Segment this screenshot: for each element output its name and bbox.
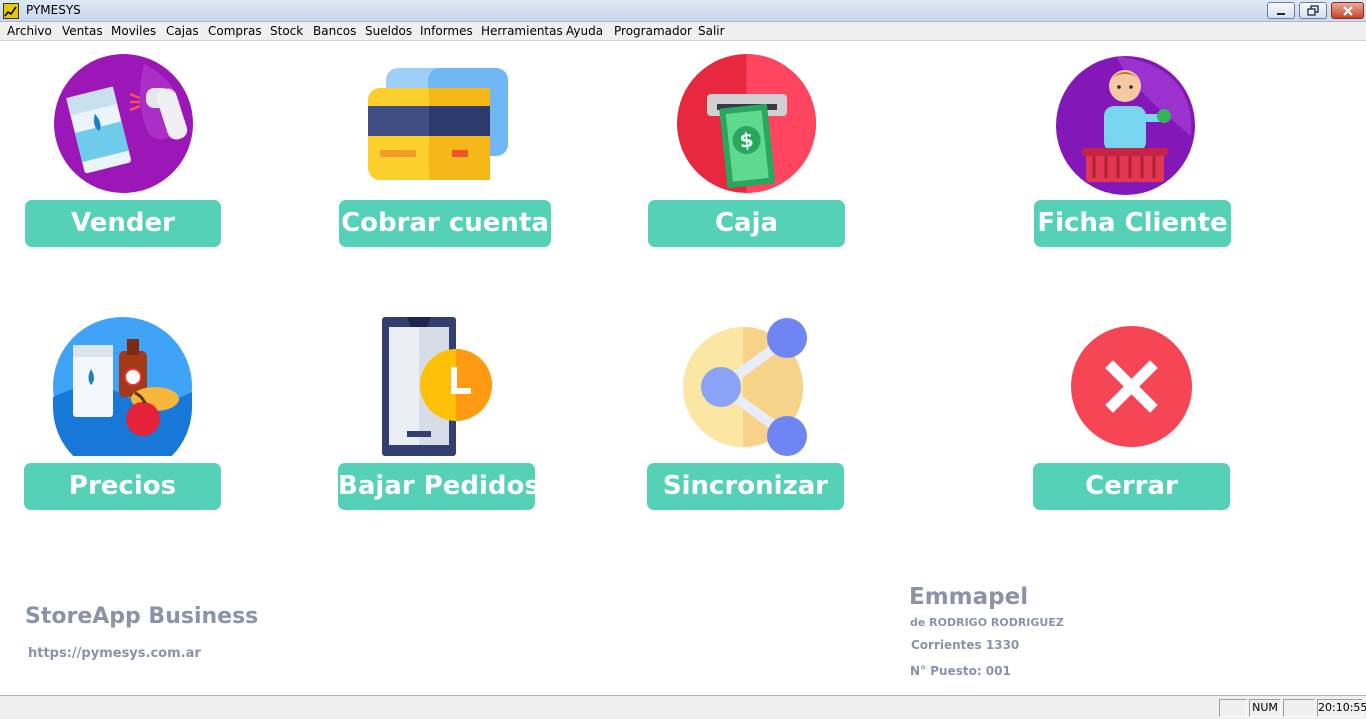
menu-moviles[interactable]: Moviles [111, 24, 156, 38]
brand-url: https://pymesys.com.ar [28, 646, 201, 661]
sincronizar-button[interactable]: Sincronizar [647, 463, 844, 510]
customer-basket-icon[interactable] [1056, 56, 1195, 195]
ficha-cliente-button[interactable]: Ficha Cliente [1034, 200, 1231, 247]
vender-button[interactable]: Vender [25, 200, 221, 247]
menu-bar: Archivo Ventas Moviles Cajas Compras Sto… [0, 22, 1366, 41]
cerrar-button[interactable]: Cerrar [1033, 463, 1230, 510]
precios-button[interactable]: Precios [24, 463, 221, 510]
menu-ayuda[interactable]: Ayuda [566, 24, 603, 38]
menu-bancos[interactable]: Bancos [313, 24, 356, 38]
menu-cajas[interactable]: Cajas [166, 24, 199, 38]
share-nodes-icon[interactable] [683, 317, 809, 457]
status-pane-scroll [1283, 699, 1315, 717]
credit-card-icon[interactable] [366, 66, 508, 180]
minimize-button[interactable] [1267, 2, 1295, 19]
title-bar: PYMESYS [0, 0, 1366, 22]
company-post-number: N° Puesto: 001 [910, 664, 1011, 678]
minimize-icon [1277, 13, 1285, 15]
menu-compras[interactable]: Compras [208, 24, 262, 38]
phone-clock-icon[interactable] [381, 317, 493, 456]
company-address: Corrientes 1330 [911, 638, 1020, 652]
caja-button[interactable]: Caja [648, 200, 845, 247]
close-icon [1342, 6, 1353, 16]
status-pane-caps [1219, 699, 1247, 717]
menu-informes[interactable]: Informes [420, 24, 473, 38]
restore-icon [1307, 5, 1319, 16]
company-owner: de RODRIGO RODRIGUEZ [910, 616, 1064, 629]
status-bar: NUM 20:10:55 [0, 695, 1366, 719]
menu-archivo[interactable]: Archivo [7, 24, 52, 38]
bajar-pedidos-button[interactable]: Bajar Pedidos [338, 463, 540, 510]
company-name: Emmapel [909, 584, 1029, 610]
menu-programador[interactable]: Programador [614, 24, 692, 38]
chart-icon[interactable] [3, 3, 19, 19]
svg-text:$: $ [738, 127, 754, 152]
menu-sueldos[interactable]: Sueldos [365, 24, 412, 38]
close-x-icon[interactable] [1071, 326, 1192, 447]
brand-title: StoreApp Business [25, 604, 259, 629]
restore-button[interactable] [1299, 2, 1327, 19]
milk-scanner-icon[interactable] [54, 54, 193, 193]
menu-ventas[interactable]: Ventas [62, 24, 103, 38]
menu-herramientas[interactable]: Herramientas [481, 24, 563, 38]
window-title: PYMESYS [26, 3, 81, 17]
menu-salir[interactable]: Salir [698, 24, 725, 38]
menu-stock[interactable]: Stock [270, 24, 303, 38]
grocery-products-icon[interactable] [53, 317, 192, 456]
cobrar-cuenta-button[interactable]: Cobrar cuenta [339, 200, 551, 247]
status-time: 20:10:55 [1317, 699, 1366, 717]
status-pane-num: NUM [1249, 699, 1281, 717]
close-window-button[interactable] [1331, 2, 1364, 19]
atm-cash-icon[interactable]: $ [677, 54, 816, 193]
